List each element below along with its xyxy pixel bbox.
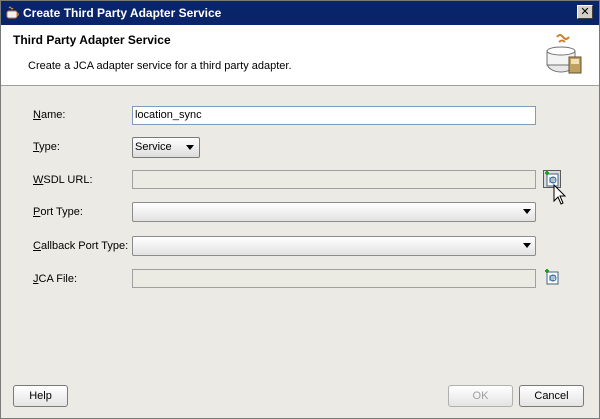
- name-label: Name:: [33, 109, 66, 121]
- wsdl-url-label: WSDL URL:: [33, 174, 93, 186]
- chevron-down-icon: [523, 209, 531, 214]
- window-title: Create Third Party Adapter Service: [23, 6, 222, 20]
- callback-port-type-label: Callback Port Type:: [33, 240, 129, 252]
- wsdl-url-input[interactable]: [132, 170, 536, 189]
- callback-port-type-select[interactable]: [132, 236, 536, 256]
- jca-file-label: JCA File:: [33, 273, 78, 285]
- dialog-window: Create Third Party Adapter Service ✕ Thi…: [0, 0, 600, 419]
- jca-file-input[interactable]: [132, 269, 536, 288]
- title-bar[interactable]: Create Third Party Adapter Service ✕: [1, 1, 599, 25]
- type-selected-value: Service: [135, 141, 172, 153]
- type-label: Type:: [33, 141, 60, 153]
- banner-description: Create a JCA adapter service for a third…: [28, 60, 292, 72]
- chevron-down-icon: [186, 145, 194, 150]
- type-select[interactable]: Service: [132, 137, 200, 158]
- help-button[interactable]: Help: [13, 385, 68, 407]
- coffee-cup-icon: [6, 6, 19, 19]
- form-area: Name: location_sync Type: Service WSDL U…: [1, 86, 599, 376]
- port-type-label: Port Type:: [33, 206, 83, 218]
- chevron-down-icon: [523, 243, 531, 248]
- close-button[interactable]: ✕: [577, 5, 593, 19]
- mouse-pointer-icon: [553, 184, 567, 205]
- cancel-button[interactable]: Cancel: [519, 385, 584, 407]
- jca-browse-button[interactable]: [544, 269, 562, 287]
- find-file-icon: [545, 269, 559, 285]
- ok-button[interactable]: OK: [448, 385, 513, 407]
- banner-heading: Third Party Adapter Service: [13, 33, 171, 47]
- adapter-coffee-icon: [546, 34, 582, 74]
- name-input[interactable]: location_sync: [132, 106, 536, 125]
- port-type-select[interactable]: [132, 202, 536, 222]
- header-banner: Third Party Adapter Service Create a JCA…: [1, 25, 599, 86]
